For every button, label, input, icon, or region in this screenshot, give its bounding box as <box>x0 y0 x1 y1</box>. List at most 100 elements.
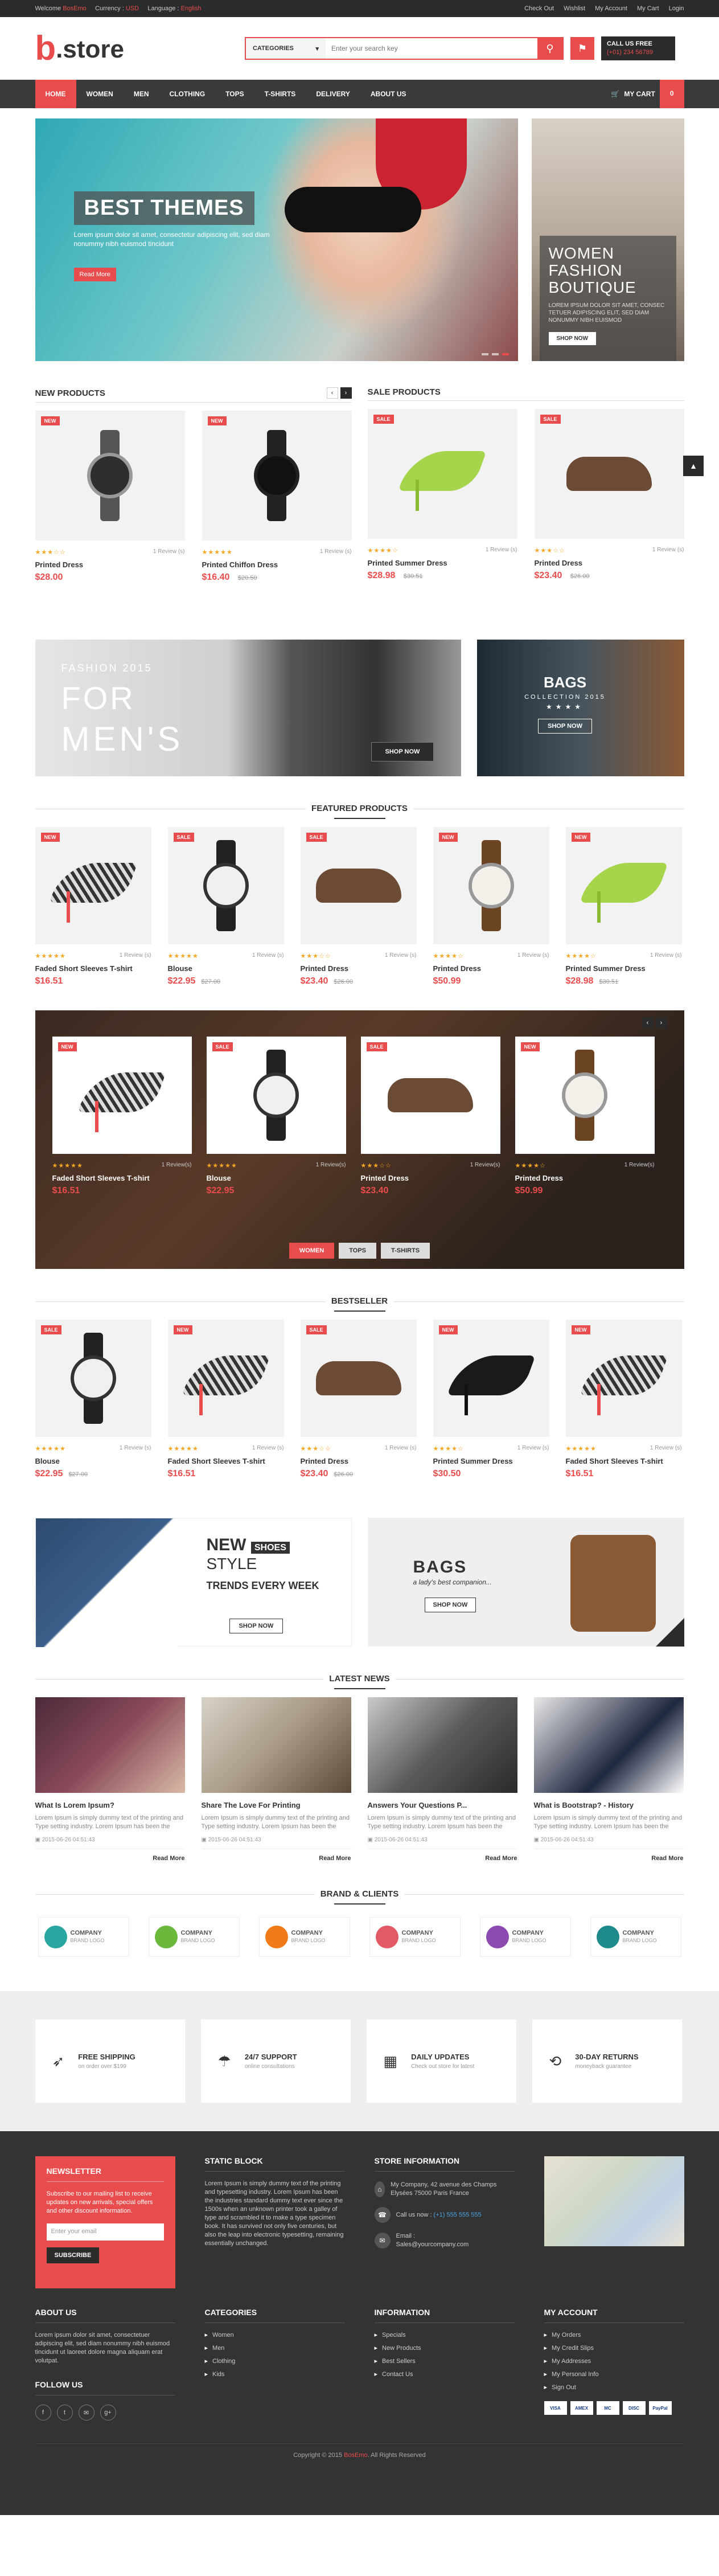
footer-link-contact-us[interactable]: Contact Us <box>375 2370 515 2378</box>
news-image[interactable] <box>201 1697 351 1793</box>
news-article-title[interactable]: Share The Love For Printing <box>202 1801 351 1809</box>
nav-item-tops[interactable]: TOPS <box>215 80 254 108</box>
product-card[interactable]: SALE ★★★☆☆ 1 Review (s) Printed Dress $23… <box>300 1320 417 1479</box>
product-name[interactable]: Faded Short Sleeves T-shirt <box>566 1457 682 1465</box>
product-image[interactable]: NEW <box>565 1320 682 1437</box>
product-image[interactable]: SALE <box>300 827 417 944</box>
footer-link-best-sellers[interactable]: Best Sellers <box>375 2357 515 2365</box>
store-phone-number[interactable]: (+1) 555 555 555 <box>434 2211 482 2218</box>
nav-item-home[interactable]: HOME <box>35 80 76 108</box>
search-input[interactable] <box>325 38 537 59</box>
shoes-banner[interactable]: NEW SHOES STYLE TRENDS EVERY WEEK SHOP N… <box>35 1518 352 1647</box>
news-image[interactable] <box>367 1697 517 1793</box>
prev-arrow-icon[interactable]: ‹ <box>642 1017 654 1029</box>
next-arrow-icon[interactable]: › <box>340 387 352 399</box>
subscribe-button[interactable]: SUBSCRIBE <box>46 2247 100 2263</box>
product-name[interactable]: Printed Dress <box>35 560 185 569</box>
product-image[interactable]: NEW <box>35 827 151 944</box>
news-article[interactable]: What is Bootstrap? - History Lorem Ipsum… <box>533 1697 684 1862</box>
nav-item-men[interactable]: MEN <box>124 80 159 108</box>
product-card[interactable]: NEW ★★★★★ 1 Review (s) Printed Chiffon D… <box>202 411 352 583</box>
email-icon[interactable]: ✉ <box>78 2405 95 2421</box>
language-select[interactable]: English <box>181 5 202 12</box>
news-article-title[interactable]: What Is Lorem Ipsum? <box>35 1801 185 1809</box>
product-card[interactable]: NEW ★★★☆☆ 1 Review (s) Printed Dress $28… <box>35 411 185 583</box>
product-name[interactable]: Printed Summer Dress <box>368 559 517 567</box>
tab-tops[interactable]: TOPS <box>339 1243 377 1259</box>
brand-logo[interactable]: COMPANY BRAND LOGO <box>590 1917 681 1957</box>
product-name[interactable]: Printed Dress <box>433 964 549 973</box>
product-image[interactable]: NEW <box>202 411 352 540</box>
footer-link-credit-slips[interactable]: My Credit Slips <box>544 2344 684 2352</box>
product-card[interactable]: NEW ★★★★★ 1 Review (s) Faded Short Sleeve… <box>565 1320 682 1479</box>
footer-link-sign-out[interactable]: Sign Out <box>544 2383 684 2391</box>
product-image[interactable]: SALE <box>300 1320 417 1437</box>
product-card[interactable]: SALE ★★★☆☆ 1 Review(s) Printed Dress $23.… <box>360 1037 500 1196</box>
currency-select[interactable]: USD <box>126 5 139 12</box>
product-card[interactable]: NEW ★★★★★ 1 Review (s) Faded Short Sleeve… <box>167 1320 284 1479</box>
read-more-link[interactable]: Read More <box>35 1855 184 1862</box>
women-fashion-shop-button[interactable]: SHOP NOW <box>548 332 596 345</box>
my-cart-link[interactable]: My Cart <box>637 5 659 12</box>
product-image[interactable]: NEW <box>167 1320 284 1437</box>
read-more-link[interactable]: Read More <box>534 1855 683 1862</box>
bags-banner-2-shop-button[interactable]: SHOP NOW <box>424 1598 476 1612</box>
brand-logo[interactable]: COMPANY BRAND LOGO <box>258 1917 350 1957</box>
tab-women[interactable]: WOMEN <box>289 1243 335 1259</box>
product-image[interactable]: SALE <box>360 1037 500 1154</box>
product-name[interactable]: Printed Summer Dress <box>566 964 682 973</box>
product-name[interactable]: Printed Dress <box>301 964 417 973</box>
footer-link-specials[interactable]: Specials <box>375 2331 515 2339</box>
read-more-link[interactable]: Read More <box>202 1855 351 1862</box>
nav-item-women[interactable]: WOMEN <box>76 80 124 108</box>
footer-link-men[interactable]: Men <box>205 2344 345 2352</box>
footer-link-clothing[interactable]: Clothing <box>205 2357 345 2365</box>
store-email-link[interactable]: Sales@yourcompany.com <box>396 2241 469 2248</box>
product-card[interactable]: NEW ★★★★★ 1 Review (s) Faded Short Sleeve… <box>35 827 151 986</box>
product-image[interactable]: SALE <box>367 409 517 539</box>
nav-item-delivery[interactable]: DELIVERY <box>306 80 360 108</box>
store-map[interactable] <box>544 2156 684 2246</box>
product-card[interactable]: NEW ★★★★☆ 1 Review(s) Printed Dress $50.9… <box>515 1037 655 1196</box>
product-name[interactable]: Printed Dress <box>361 1174 500 1182</box>
slider-dot[interactable] <box>491 353 499 355</box>
news-article-title[interactable]: Answers Your Questions P... <box>368 1801 517 1809</box>
product-card[interactable]: NEW ★★★★☆ 1 Review (s) Printed Summer Dre… <box>565 827 682 986</box>
product-card[interactable]: SALE ★★★☆☆ 1 Review (s) Printed Dress $2… <box>534 409 684 581</box>
product-card[interactable]: SALE ★★★☆☆ 1 Review (s) Printed Dress $23… <box>300 827 417 986</box>
product-card[interactable]: SALE ★★★★★ 1 Review(s) Blouse $22.95 <box>206 1037 346 1196</box>
news-article[interactable]: Share The Love For Printing Lorem Ipsum … <box>201 1697 351 1862</box>
prev-arrow-icon[interactable]: ‹ <box>326 387 338 399</box>
news-article[interactable]: Answers Your Questions P... Lorem Ipsum … <box>367 1697 517 1862</box>
product-name[interactable]: Blouse <box>168 964 284 973</box>
product-image[interactable]: NEW <box>515 1037 655 1154</box>
bags-banner-2[interactable]: BAGS a lady's best companion... SHOP NOW <box>367 1518 684 1647</box>
next-arrow-icon[interactable]: › <box>655 1017 667 1029</box>
google-plus-icon[interactable]: g+ <box>100 2405 116 2421</box>
mens-banner[interactable]: FASHION 2015 FOR MEN'S SHOP NOW <box>35 640 461 776</box>
product-name[interactable]: Faded Short Sleeves T-shirt <box>168 1457 284 1465</box>
bags-banner[interactable]: BAGS COLLECTION 2015 ★★★★ SHOP NOW <box>476 640 684 776</box>
product-name[interactable]: Printed Chiffon Dress <box>202 560 352 569</box>
copyright-brand[interactable]: BosEmo <box>344 2452 368 2459</box>
slider-dot-active[interactable] <box>502 353 509 355</box>
product-image[interactable]: NEW <box>433 827 549 944</box>
scroll-to-top-button[interactable]: ▲ <box>683 456 704 476</box>
user-button[interactable]: ⚑ <box>570 37 594 60</box>
category-select[interactable]: CATEGORIES ▾ <box>245 38 326 59</box>
product-card[interactable]: SALE ★★★★☆ 1 Review (s) Printed Summer D… <box>367 409 517 581</box>
logo[interactable]: b .store <box>35 31 124 65</box>
product-name[interactable]: Printed Dress <box>301 1457 417 1465</box>
brand-logo[interactable]: COMPANY BRAND LOGO <box>38 1917 129 1957</box>
shoes-banner-shop-button[interactable]: SHOP NOW <box>229 1619 284 1633</box>
tab-tshirts[interactable]: T-SHIRTS <box>381 1243 430 1259</box>
product-image[interactable]: NEW <box>433 1320 549 1437</box>
product-image[interactable]: NEW <box>565 827 682 944</box>
footer-link-women[interactable]: Women <box>205 2331 345 2339</box>
product-image[interactable]: SALE <box>35 1320 151 1437</box>
hero-slider[interactable]: BEST THEMES Lorem ipsum dolor sit amet, … <box>35 118 518 361</box>
product-card[interactable]: SALE ★★★★★ 1 Review (s) Blouse $22.95 $27.… <box>35 1320 151 1479</box>
my-account-link[interactable]: My Account <box>595 5 627 12</box>
product-name[interactable]: Printed Summer Dress <box>433 1457 549 1465</box>
cart-button[interactable]: 🛒 MY CART 0 <box>611 80 684 108</box>
